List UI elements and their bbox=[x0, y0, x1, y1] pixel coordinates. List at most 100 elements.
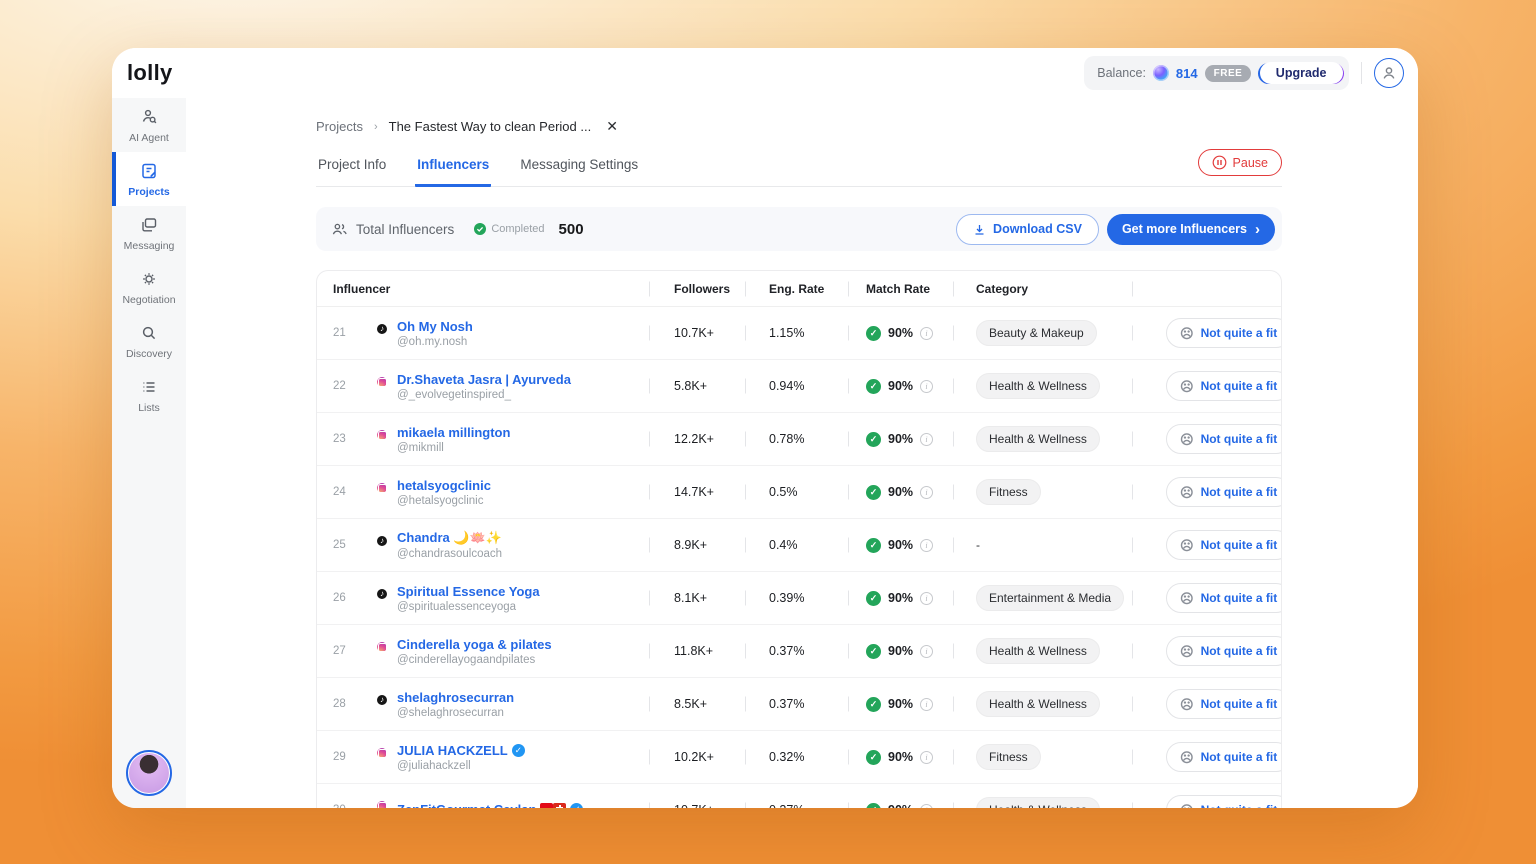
sad-face-icon: ☹ bbox=[1180, 484, 1194, 500]
followers-cell: 10.7K+ bbox=[649, 784, 745, 808]
sidebar-item-label: Messaging bbox=[123, 239, 175, 252]
info-icon[interactable]: i bbox=[920, 485, 934, 499]
sidebar-item-ai-agent[interactable]: AI Agent bbox=[112, 98, 186, 152]
not-fit-button[interactable]: ☹ Not quite a fit bbox=[1166, 583, 1281, 613]
column-header-category: Category bbox=[953, 271, 1132, 306]
influencer-count: 500 bbox=[558, 220, 584, 238]
influencer-name-link[interactable]: shelaghrosecurran bbox=[397, 690, 514, 705]
sidebar-item-negotiation[interactable]: Negotiation bbox=[112, 260, 186, 314]
not-fit-button[interactable]: ☹ Not quite a fit bbox=[1166, 795, 1281, 808]
match-check-icon: ✓ bbox=[866, 378, 881, 394]
influencer-handle: @mikmill bbox=[397, 441, 444, 454]
category-cell: Health & Wellness bbox=[953, 784, 1132, 808]
influencer-name-link[interactable]: JULIA HACKZELL bbox=[397, 743, 508, 758]
influencer-cell: 23 mikaela millington @mikmill bbox=[317, 413, 649, 465]
info-icon[interactable]: i bbox=[920, 379, 934, 393]
not-fit-button[interactable]: ☹ Not quite a fit bbox=[1166, 477, 1281, 507]
close-icon[interactable]: ✕ bbox=[606, 118, 618, 135]
column-header-match-rate: Match Rate bbox=[848, 271, 953, 306]
influencer-name-link[interactable]: Chandra 🌙🪷✨ bbox=[397, 530, 502, 546]
category-badge: Health & Wellness bbox=[976, 797, 1100, 808]
category-badge: Health & Wellness bbox=[976, 373, 1100, 399]
column-header-followers: Followers bbox=[649, 271, 745, 306]
match-check-icon: ✓ bbox=[866, 643, 881, 659]
verified-icon: ✓ bbox=[511, 743, 525, 757]
sidebar-item-discovery[interactable]: Discovery bbox=[112, 314, 186, 368]
not-fit-button[interactable]: ☹ Not quite a fit bbox=[1166, 742, 1281, 772]
match-rate-cell: ✓ 90% i bbox=[848, 731, 953, 783]
tab-influencers[interactable]: Influencers bbox=[415, 157, 492, 187]
not-fit-button[interactable]: ☹ Not quite a fit bbox=[1166, 636, 1281, 666]
topbar-divider bbox=[1361, 62, 1362, 84]
tab-messaging-settings[interactable]: Messaging Settings bbox=[518, 157, 640, 187]
not-fit-button[interactable]: ☹ Not quite a fit bbox=[1166, 530, 1281, 560]
sad-face-icon: ☹ bbox=[1180, 696, 1194, 712]
influencer-name-link[interactable]: ZenFitGourmet Ceylan bbox=[397, 802, 536, 809]
free-plan-badge: FREE bbox=[1204, 64, 1252, 82]
row-number: 29 bbox=[333, 751, 346, 763]
eng-rate-cell: 0.37% bbox=[745, 625, 848, 677]
match-rate-cell: ✓ 90% i bbox=[848, 307, 953, 359]
not-fit-button[interactable]: ☹ Not quite a fit bbox=[1166, 318, 1281, 348]
sidebar-item-projects[interactable]: Projects bbox=[112, 152, 186, 206]
influencer-handle: @cinderellayogaandpilates bbox=[397, 653, 536, 666]
sad-face-icon: ☹ bbox=[1180, 431, 1194, 447]
upgrade-button[interactable]: Upgrade bbox=[1258, 62, 1344, 84]
influencer-name-link[interactable]: Spiritual Essence Yoga bbox=[397, 584, 540, 599]
tab-project-info[interactable]: Project Info bbox=[316, 157, 388, 187]
info-icon[interactable]: i bbox=[920, 803, 934, 808]
table-row: 28 shelaghrosecurran @shelaghrosecurran … bbox=[317, 678, 1281, 731]
not-fit-button[interactable]: ☹ Not quite a fit bbox=[1166, 424, 1281, 454]
summary-title: Total Influencers bbox=[356, 221, 455, 237]
influencer-handle: @juliahackzell bbox=[397, 759, 471, 772]
influencer-name-link[interactable]: Dr.Shaveta Jasra | Ayurveda bbox=[397, 372, 571, 387]
row-number: 27 bbox=[333, 645, 346, 657]
info-icon[interactable]: i bbox=[920, 538, 934, 552]
not-fit-label: Not quite a fit bbox=[1201, 803, 1278, 808]
sidebar-item-lists[interactable]: Lists bbox=[112, 368, 186, 422]
download-csv-button[interactable]: Download CSV bbox=[956, 213, 1099, 245]
sad-face-icon: ☹ bbox=[1180, 378, 1194, 394]
actions-cell: ☹ Not quite a fit bbox=[1132, 360, 1281, 412]
followers-cell: 10.2K+ bbox=[649, 731, 745, 783]
sidebar-profile-avatar[interactable] bbox=[126, 750, 172, 796]
platform-badge bbox=[375, 322, 389, 336]
platform-badge bbox=[375, 428, 389, 442]
match-check-icon: ✓ bbox=[866, 802, 881, 808]
info-icon[interactable]: i bbox=[920, 432, 934, 446]
negotiation-icon bbox=[143, 272, 155, 285]
match-rate-cell: ✓ 90% i bbox=[848, 784, 953, 808]
table-header-row: Influencer Followers Eng. Rate Match Rat… bbox=[317, 271, 1281, 307]
platform-badge bbox=[375, 640, 389, 654]
summary-bar: Total Influencers Completed 500 Download… bbox=[316, 207, 1282, 251]
category-cell: Health & Wellness bbox=[953, 625, 1132, 677]
user-menu-button[interactable] bbox=[1374, 58, 1404, 88]
check-circle-icon bbox=[474, 223, 487, 235]
breadcrumb-projects-link[interactable]: Projects bbox=[316, 119, 363, 134]
app-window: lolly Balance: 814 FREE Upgrade AI Agent… bbox=[112, 48, 1418, 808]
info-icon[interactable]: i bbox=[920, 697, 934, 711]
influencer-name-link[interactable]: Cinderella yoga & pilates bbox=[397, 637, 552, 652]
not-fit-button[interactable]: ☹ Not quite a fit bbox=[1166, 371, 1281, 401]
not-fit-button[interactable]: ☹ Not quite a fit bbox=[1166, 689, 1281, 719]
info-icon[interactable]: i bbox=[920, 750, 934, 764]
info-icon[interactable]: i bbox=[920, 644, 934, 658]
influencer-handle: @_evolvegetinspired_ bbox=[397, 388, 511, 401]
sad-face-icon: ☹ bbox=[1180, 537, 1194, 553]
category-cell: Health & Wellness bbox=[953, 413, 1132, 465]
get-more-influencers-button[interactable]: Get more Influencers › bbox=[1106, 213, 1275, 245]
influencer-cell: 21 Oh My Nosh @oh.my.nosh bbox=[317, 307, 649, 359]
people-icon bbox=[332, 223, 347, 234]
sidebar-item-messaging[interactable]: Messaging bbox=[112, 206, 186, 260]
influencer-cell: 29 JULIA HACKZELL ✓ @juliahackzell bbox=[317, 731, 649, 783]
influencer-name-link[interactable]: hetalsyogclinic bbox=[397, 478, 491, 493]
influencer-cell: 25 Chandra 🌙🪷✨ @chandrasoulcoach bbox=[317, 519, 649, 571]
pause-button[interactable]: Pause bbox=[1197, 149, 1282, 176]
info-icon[interactable]: i bbox=[920, 326, 934, 340]
table-row: 24 hetalsyogclinic @hetalsyogclinic 14.7… bbox=[317, 466, 1281, 519]
eng-rate-cell: 0.27% bbox=[745, 784, 848, 808]
match-rate-cell: ✓ 90% i bbox=[848, 678, 953, 730]
info-icon[interactable]: i bbox=[920, 591, 934, 605]
influencer-name-link[interactable]: Oh My Nosh bbox=[397, 319, 473, 334]
influencer-name-link[interactable]: mikaela millington bbox=[397, 425, 510, 440]
